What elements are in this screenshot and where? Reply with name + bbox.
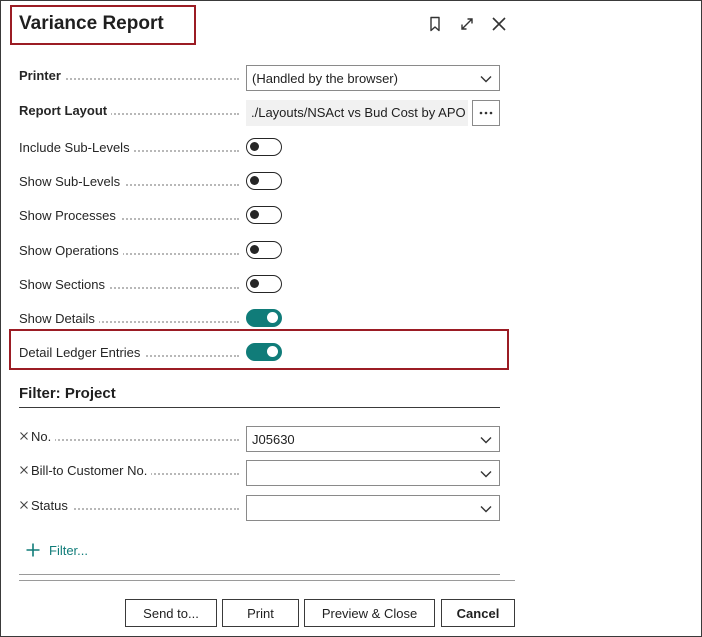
toggle-label: Show Sections — [19, 277, 109, 292]
printer-label: Printer — [19, 68, 65, 83]
show-details-toggle[interactable] — [246, 309, 282, 327]
include-sub-levels-toggle[interactable] — [246, 138, 282, 156]
footer-divider — [19, 580, 515, 581]
project-no-value: J05630 — [252, 432, 295, 447]
toggle-label: Include Sub-Levels — [19, 140, 134, 155]
chevron-down-icon — [480, 506, 492, 513]
toggle-label: Show Sub-Levels — [19, 174, 125, 189]
show-sub-levels-toggle[interactable] — [246, 172, 282, 190]
toggle-label: Show Processes — [19, 208, 120, 223]
expand-icon[interactable] — [456, 13, 478, 35]
bookmark-icon[interactable] — [424, 13, 446, 35]
toggle-row-show-processes: Show Processes — [19, 205, 500, 229]
show-processes-toggle[interactable] — [246, 206, 282, 224]
filter-label: Status — [31, 498, 72, 513]
report-dialog: Variance Report Printer (Handled by the … — [0, 0, 702, 637]
toggle-row-include-sub-levels: Include Sub-Levels — [19, 137, 500, 161]
more-icon — [479, 111, 493, 115]
print-button[interactable]: Print — [222, 599, 299, 627]
report-layout-more-button[interactable] — [472, 100, 500, 126]
project-no-select[interactable]: J05630 — [246, 426, 500, 452]
printer-value: (Handled by the browser) — [252, 71, 398, 86]
bill-to-customer-select[interactable] — [246, 460, 500, 486]
show-operations-toggle[interactable] — [246, 241, 282, 259]
toggle-label: Detail Ledger Entries — [19, 345, 145, 360]
chevron-down-icon — [480, 76, 492, 83]
preview-close-button[interactable]: Preview & Close — [304, 599, 435, 627]
plus-icon — [26, 543, 40, 557]
toggle-row-detail-ledger-entries: Detail Ledger Entries — [19, 342, 500, 366]
show-sections-toggle[interactable] — [246, 275, 282, 293]
toggle-row-show-sub-levels: Show Sub-Levels — [19, 171, 500, 195]
remove-filter-icon[interactable] — [19, 498, 29, 512]
filter-label: Bill-to Customer No. — [31, 463, 152, 478]
filter-section-title: Filter: Project — [19, 385, 116, 402]
add-filter-label: Filter... — [49, 542, 89, 558]
section-divider — [19, 407, 500, 408]
toggle-row-show-sections: Show Sections — [19, 274, 500, 298]
printer-row: Printer (Handled by the browser) — [19, 65, 500, 91]
cancel-button[interactable]: Cancel — [441, 599, 515, 627]
printer-select[interactable]: (Handled by the browser) — [246, 65, 500, 91]
status-select[interactable] — [246, 495, 500, 521]
toggle-label: Show Details — [19, 311, 99, 326]
toggle-row-show-operations: Show Operations — [19, 240, 500, 264]
close-icon[interactable] — [488, 13, 510, 35]
report-layout-value: ./Layouts/NSAct vs Bud Cost by APO... — [251, 105, 465, 120]
filter-row-bill-to-customer: Bill-to Customer No. — [19, 460, 500, 486]
filter-row-no: No. J05630 — [19, 426, 500, 452]
remove-filter-icon[interactable] — [19, 463, 29, 477]
filter-row-status: Status — [19, 495, 500, 521]
add-filter-link[interactable]: Filter... — [25, 540, 88, 560]
footer-divider — [19, 574, 500, 575]
dialog-title: Variance Report — [19, 13, 164, 34]
report-layout-row: Report Layout ./Layouts/NSAct vs Bud Cos… — [19, 100, 500, 126]
toggle-label: Show Operations — [19, 243, 123, 258]
remove-filter-icon[interactable] — [19, 429, 29, 443]
report-layout-field[interactable]: ./Layouts/NSAct vs Bud Cost by APO... — [246, 100, 468, 126]
detail-ledger-entries-toggle[interactable] — [246, 343, 282, 361]
chevron-down-icon — [480, 437, 492, 444]
report-layout-label: Report Layout — [19, 103, 112, 118]
chevron-down-icon — [480, 471, 492, 478]
send-to-button[interactable]: Send to... — [125, 599, 217, 627]
filter-label: No. — [31, 429, 56, 444]
